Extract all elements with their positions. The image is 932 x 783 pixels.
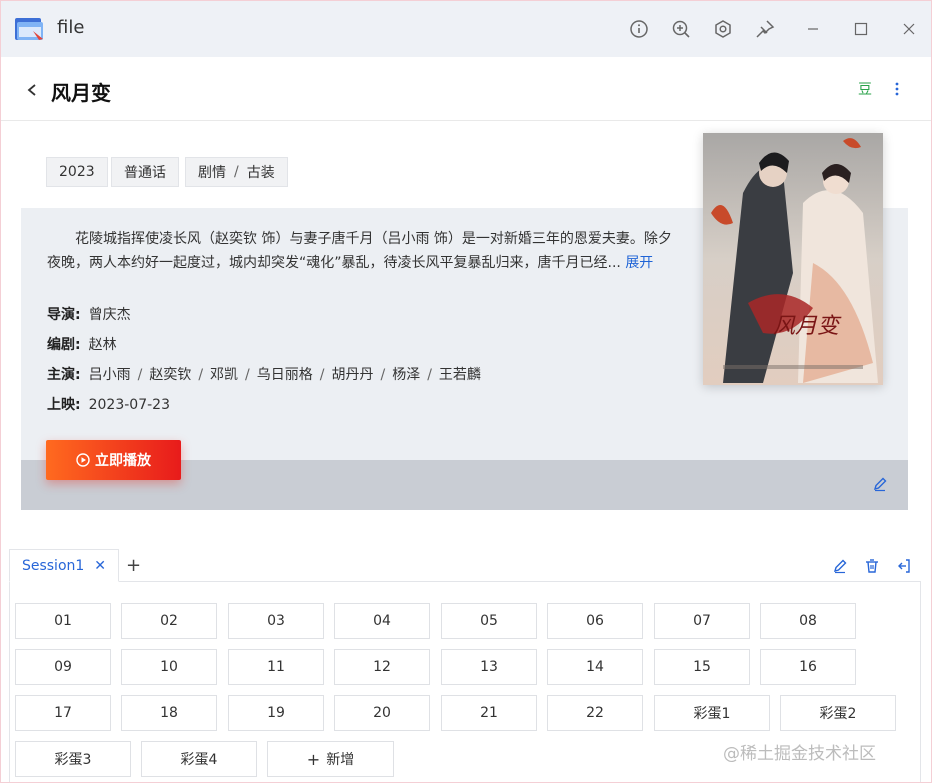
zoom-in-icon[interactable] bbox=[667, 15, 695, 43]
cast-list: 吕小雨 / 赵奕钦 / 邓凯 / 乌日丽格 / 胡丹丹 / 杨泽 / 王若麟 bbox=[89, 367, 481, 383]
maximize-icon[interactable] bbox=[847, 15, 875, 43]
title-bar: file bbox=[1, 1, 931, 57]
watermark: @稀土掘金技术社区 bbox=[723, 744, 876, 764]
episode-button[interactable]: 彩蛋4 bbox=[141, 741, 257, 777]
episode-button[interactable]: 11 bbox=[228, 649, 324, 685]
page-title: 风月变 bbox=[51, 81, 111, 105]
expand-link[interactable]: 展开 bbox=[625, 255, 653, 271]
window-title: file bbox=[57, 17, 85, 38]
director-value: 曾庆杰 bbox=[88, 307, 131, 323]
release-value: 2023-07-23 bbox=[88, 397, 170, 413]
year-tag: 2023 bbox=[46, 157, 108, 187]
tab-session1[interactable]: Session1 ✕ bbox=[9, 549, 119, 582]
cast-separator: / bbox=[427, 367, 432, 383]
genre-separator: / bbox=[234, 164, 239, 180]
episode-button[interactable]: 21 bbox=[441, 695, 537, 731]
cast-separator: / bbox=[319, 367, 325, 383]
cast-separator: / bbox=[198, 367, 204, 383]
synopsis: 花陵城指挥使凌长风（赵奕钦 饰）与妻子唐千月（吕小雨 饰）是一对新婚三年的恩爱夫… bbox=[47, 227, 675, 275]
episode-button[interactable]: 17 bbox=[15, 695, 111, 731]
episode-button[interactable]: 12 bbox=[334, 649, 430, 685]
page-header: 风月变 豆 bbox=[1, 57, 931, 121]
episode-button[interactable]: 01 bbox=[15, 603, 111, 639]
add-episode-button[interactable]: + 新增 bbox=[267, 741, 394, 777]
add-episode-label: 新增 bbox=[326, 752, 355, 768]
cast-member: 邓凯 bbox=[210, 367, 239, 383]
genre-tag: 剧情 / 古装 bbox=[185, 157, 288, 187]
minimize-icon[interactable] bbox=[799, 15, 827, 43]
episode-button[interactable]: 18 bbox=[121, 695, 217, 731]
more-vertical-icon[interactable] bbox=[889, 79, 905, 99]
settings-icon[interactable] bbox=[709, 15, 737, 43]
episode-button[interactable]: 08 bbox=[760, 603, 856, 639]
export-session-icon[interactable] bbox=[896, 558, 912, 574]
cast-separator: / bbox=[137, 367, 143, 383]
episode-button[interactable]: 彩蛋2 bbox=[780, 695, 896, 731]
cast-separator: / bbox=[380, 367, 386, 383]
episode-button[interactable]: 14 bbox=[547, 649, 643, 685]
plus-icon: + bbox=[306, 749, 321, 769]
cast-member: 赵奕钦 bbox=[149, 367, 192, 383]
session-tabs-bar: Session1 ✕ + bbox=[9, 549, 921, 582]
genre-label: 剧情 bbox=[198, 165, 226, 181]
cast-separator: / bbox=[245, 367, 250, 383]
episode-button[interactable]: 10 bbox=[121, 649, 217, 685]
episode-button[interactable]: 15 bbox=[654, 649, 750, 685]
tab-close-icon[interactable]: ✕ bbox=[94, 558, 106, 574]
tab-session1-label: Session1 bbox=[21, 557, 85, 574]
douban-button[interactable]: 豆 bbox=[858, 79, 872, 99]
writer-label: 编剧: bbox=[47, 337, 81, 353]
episode-button[interactable]: 彩蛋3 bbox=[15, 741, 131, 777]
episode-button[interactable]: 16 bbox=[760, 649, 856, 685]
writer-row: 编剧: 赵林 bbox=[47, 334, 117, 354]
episode-button[interactable]: 13 bbox=[441, 649, 537, 685]
episode-button[interactable]: 彩蛋1 bbox=[654, 695, 770, 731]
close-icon[interactable] bbox=[895, 15, 923, 43]
episode-button[interactable]: 07 bbox=[654, 603, 750, 639]
episode-button[interactable]: 03 bbox=[228, 603, 324, 639]
episode-button[interactable]: 19 bbox=[228, 695, 324, 731]
poster-image: 风月变 bbox=[703, 133, 883, 385]
language-tag-label: 普通话 bbox=[124, 165, 166, 181]
back-arrow-icon[interactable] bbox=[21, 79, 43, 101]
cast-row: 主演: 吕小雨 / 赵奕钦 / 邓凯 / 乌日丽格 / 胡丹丹 / 杨泽 / 王若麟 bbox=[47, 364, 481, 384]
cast-label: 主演: bbox=[47, 367, 81, 383]
synopsis-text: 花陵城指挥使凌长风（赵奕钦 饰）与妻子唐千月（吕小雨 饰）是一对新婚三年的恩爱夫… bbox=[47, 231, 672, 271]
svg-text:风月变: 风月变 bbox=[773, 314, 842, 339]
episode-button[interactable]: 09 bbox=[15, 649, 111, 685]
info-icon[interactable] bbox=[625, 15, 653, 43]
episode-button[interactable]: 22 bbox=[547, 695, 643, 731]
episode-button[interactable]: 02 bbox=[121, 603, 217, 639]
play-circle-icon bbox=[76, 453, 90, 467]
cast-member: 吕小雨 bbox=[88, 367, 131, 383]
language-tag: 普通话 bbox=[111, 157, 179, 187]
director-label: 导演: bbox=[47, 307, 81, 323]
cast-member: 乌日丽格 bbox=[256, 367, 313, 383]
add-tab-button[interactable]: + bbox=[126, 555, 141, 576]
episode-button[interactable]: 06 bbox=[547, 603, 643, 639]
app-folder-icon bbox=[13, 13, 47, 45]
episode-button[interactable]: 04 bbox=[334, 603, 430, 639]
cast-member: 杨泽 bbox=[392, 367, 421, 383]
genre-label: 古装 bbox=[246, 165, 275, 181]
cast-member: 胡丹丹 bbox=[331, 367, 374, 383]
writer-value: 赵林 bbox=[88, 337, 117, 353]
release-label: 上映: bbox=[47, 397, 81, 413]
director-row: 导演: 曾庆杰 bbox=[47, 304, 131, 324]
release-row: 上映: 2023-07-23 bbox=[47, 394, 170, 414]
cast-member: 王若麟 bbox=[438, 367, 481, 383]
year-tag-label: 2023 bbox=[59, 164, 95, 180]
play-now-label: 立即播放 bbox=[95, 453, 151, 469]
play-now-button[interactable]: 立即播放 bbox=[46, 440, 181, 480]
delete-session-icon[interactable] bbox=[864, 558, 880, 574]
edit-session-icon[interactable] bbox=[832, 558, 848, 574]
app-window: file 风月变 豆 2023 普通话 剧情 / 古装 花陵城指挥使凌长风（赵奕… bbox=[0, 0, 932, 783]
episode-button[interactable]: 05 bbox=[441, 603, 537, 639]
episode-button[interactable]: 20 bbox=[334, 695, 430, 731]
edit-detail-icon[interactable] bbox=[872, 476, 888, 492]
pin-icon[interactable] bbox=[751, 15, 779, 43]
